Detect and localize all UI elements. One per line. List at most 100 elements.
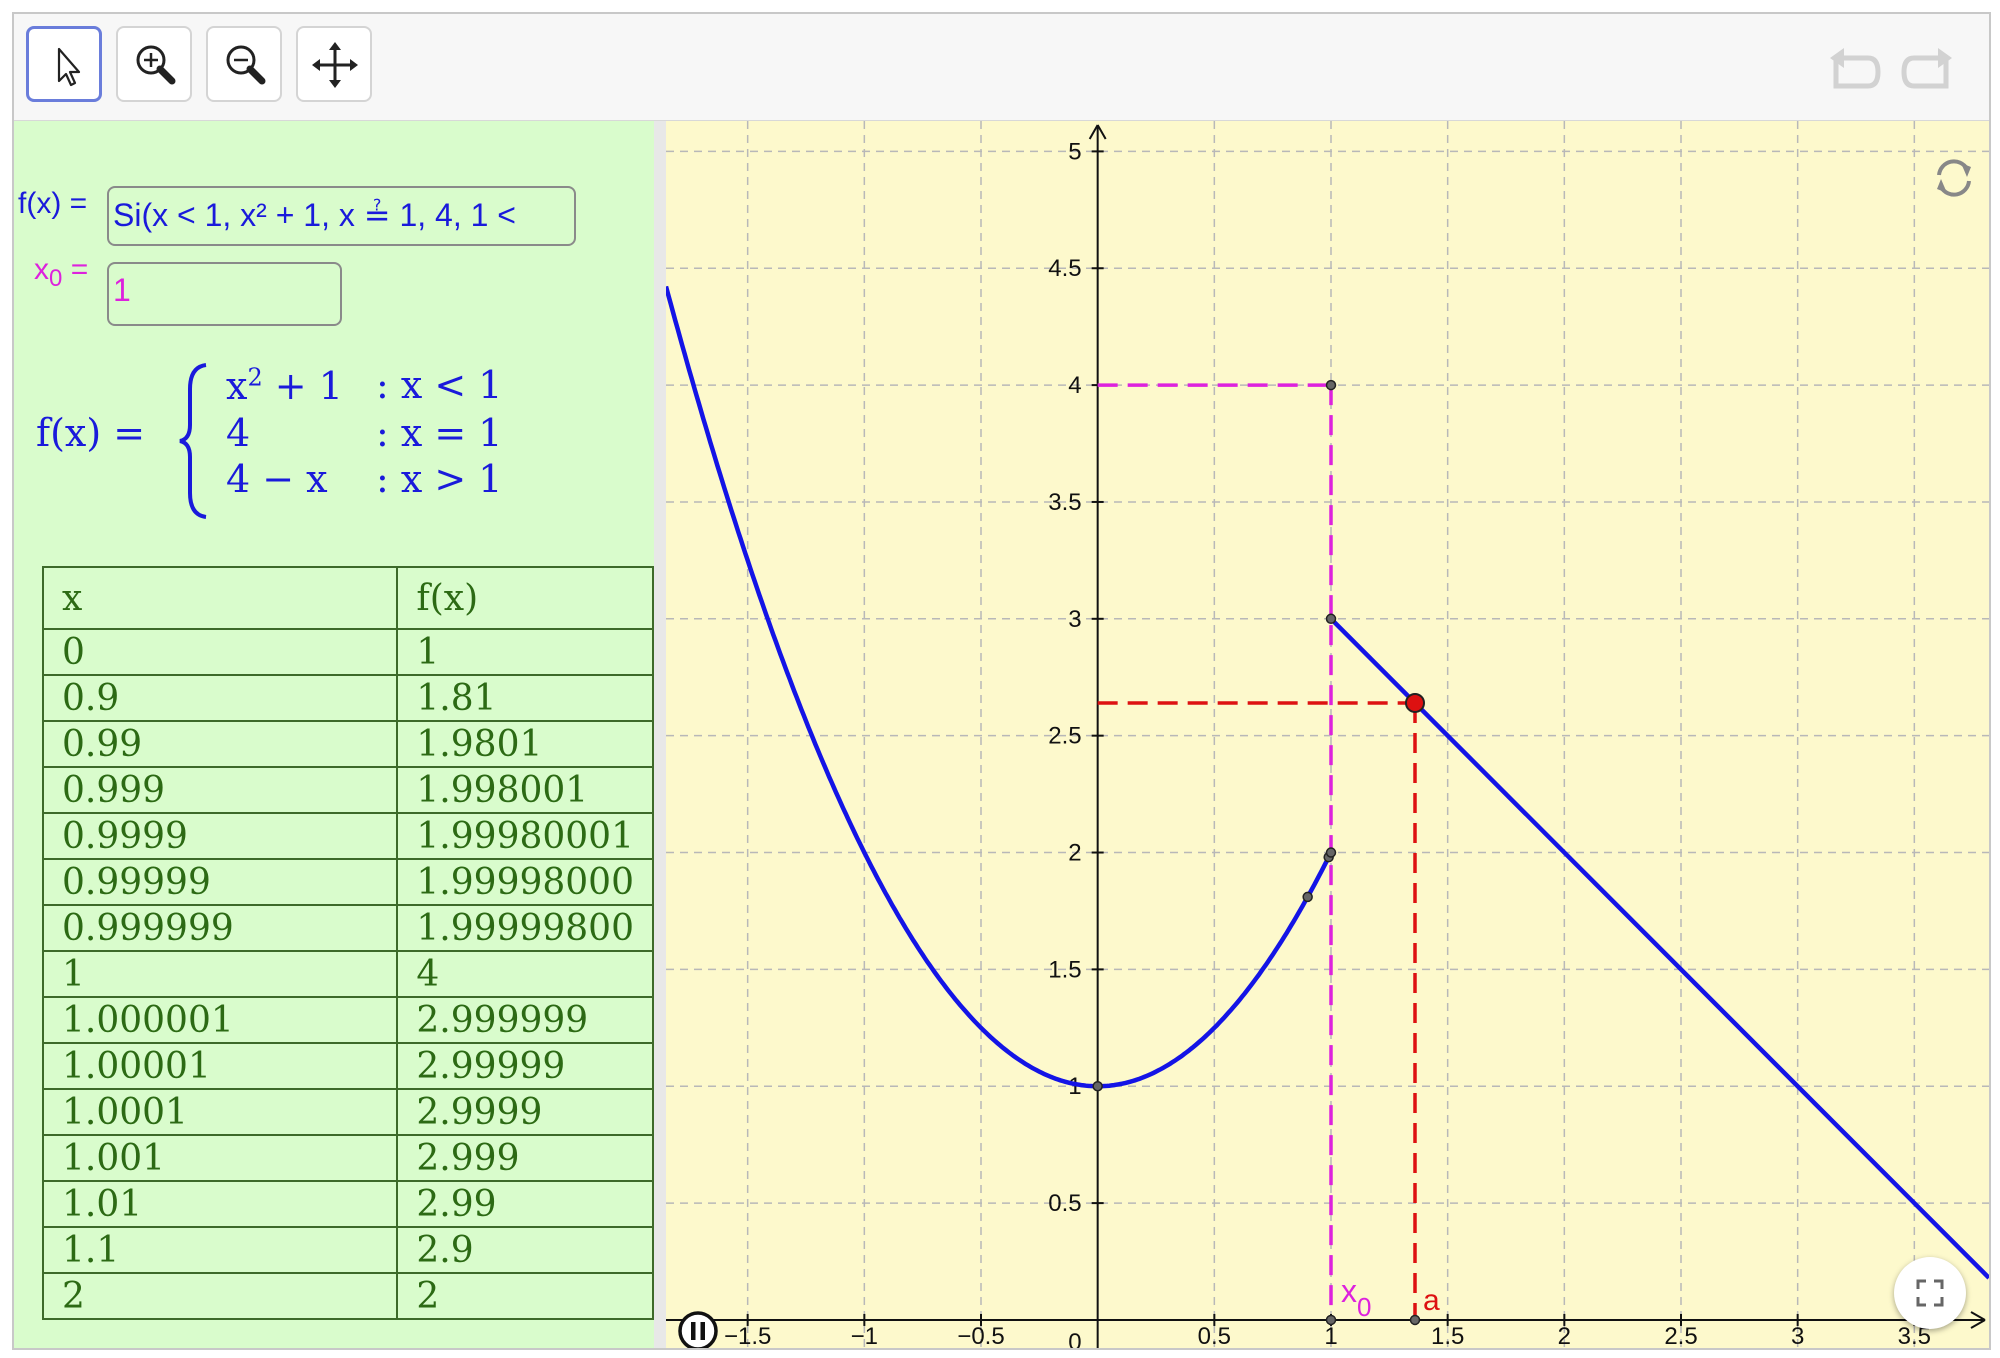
view-splitter[interactable] [654, 121, 666, 1348]
table-header-row: x f(x) [41, 566, 654, 630]
f-input-label: f(x) = [18, 187, 88, 220]
graphics-view[interactable]: −1.5 −1 −0.5 0.5 1 1.5 2 2.5 3 3.5 0.5 1 1.5 2 2.5 3 3.5… [666, 121, 1989, 1348]
curly-brace-icon [179, 363, 207, 519]
table-cell-x: 0.999 [41, 766, 399, 814]
y-tick-label: 1.5 [1048, 956, 1081, 983]
y-tick-label: 2 [1068, 840, 1081, 867]
curve-parabola-branch [666, 285, 1334, 1089]
table-cell-fx: 1.99980001 [396, 812, 654, 860]
y-tick-label: 2.5 [1048, 723, 1081, 750]
fullscreen-button[interactable] [1894, 1257, 1966, 1329]
zoom-in-button[interactable] [116, 26, 192, 102]
x0-axis-label-sub: 0 [1357, 1292, 1371, 1322]
table-header-fx: f(x) [396, 566, 654, 630]
x-tick-label: −1 [851, 1323, 878, 1348]
table-point [1325, 613, 1337, 625]
redo-icon[interactable] [1900, 42, 1960, 98]
piecewise-definition: f(x) = x2 + 1 : x < 1 4 : x = 1 4 − x : … [36, 361, 636, 531]
toolbar [14, 14, 1989, 121]
x-tick-label: 0.5 [1198, 1323, 1231, 1348]
pointer-arrow-icon [57, 47, 81, 87]
zoom-out-icon [226, 45, 266, 85]
y-tick-label: 4 [1068, 372, 1081, 399]
table-point [1302, 891, 1313, 903]
table-point [1092, 1080, 1103, 1092]
x0-label-eq: = [70, 253, 89, 286]
table-row: 0.9 1.81 [41, 674, 654, 722]
table-cell-x: 1.000001 [41, 996, 399, 1044]
table-cell-fx: 1.81 [396, 674, 654, 722]
case-row-2: 4 : x = 1 [226, 411, 626, 455]
table-cell-x: 1.1 [41, 1226, 399, 1274]
table-row: 1.1 2.9 [41, 1226, 654, 1274]
x-tick-label: 2 [1558, 1323, 1571, 1348]
table-cell-x: 2 [41, 1272, 399, 1320]
table-cell-x: 1.0001 [41, 1088, 399, 1136]
table-row: 1.0001 2.9999 [41, 1088, 654, 1136]
table-cell-fx: 1.998001 [396, 766, 654, 814]
table-row: 1.001 2.999 [41, 1134, 654, 1182]
f-input-field[interactable]: Si(x < 1, x² + 1, x ≟ 1, 4, 1 < [107, 186, 576, 246]
table-cell-fx: 1.9801 [396, 720, 654, 768]
fullscreen-icon [1916, 1279, 1944, 1307]
table-cell-x: 0.99999 [41, 858, 399, 906]
table-cell-fx: 4 [396, 950, 654, 998]
table-cell-x: 0 [41, 628, 399, 676]
table-cell-fx: 1.99999800 [396, 904, 654, 952]
case-1-expr: x2 + 1 [226, 363, 343, 408]
table-cell-x: 0.999999 [41, 904, 399, 952]
table-row: 0.99 1.9801 [41, 720, 654, 768]
y-tick-label: 4.5 [1048, 255, 1081, 282]
x-tick-label: −1.5 [724, 1323, 771, 1348]
x0-axis-point [1325, 1314, 1337, 1326]
table-cell-fx: 2.999999 [396, 996, 654, 1044]
table-point [1325, 379, 1337, 391]
a-axis-point [1409, 1314, 1421, 1326]
pan-tool-button[interactable] [296, 26, 372, 102]
table-cell-fx: 2.9 [396, 1226, 654, 1274]
x0-axis-label-main: x [1341, 1273, 1357, 1309]
table-body: 0 1 0.9 1.81 0.99 1.9801 0.999 1.998001 0.9999 1.… [41, 628, 654, 1320]
algebra-view: f(x) = Si(x < 1, x² + 1, x ≟ 1, 4, 1 < x… [14, 121, 654, 1348]
table-row: 1.01 2.99 [41, 1180, 654, 1228]
x0-input-field[interactable]: 1 [107, 262, 342, 326]
case-row-1: x2 + 1 : x < 1 [226, 363, 626, 408]
pause-icon[interactable] [676, 1309, 720, 1350]
case-2-expr: 4 [226, 411, 251, 455]
zoom-out-button[interactable] [206, 26, 282, 102]
table-header-x: x [41, 566, 399, 630]
undo-icon[interactable] [1822, 42, 1882, 98]
curve-linear-branch [1329, 617, 1989, 1280]
geogebra-app: f(x) = Si(x < 1, x² + 1, x ≟ 1, 4, 1 < x… [12, 12, 1991, 1350]
table-row: 0.9999 1.99980001 [41, 812, 654, 860]
x0-label-sub: 0 [49, 265, 63, 292]
move-arrows-icon [312, 42, 358, 88]
table-point [1325, 847, 1337, 858]
table-cell-x: 1.001 [41, 1134, 399, 1182]
y-tick-label: 5 [1068, 138, 1081, 165]
case-3-cond: : x > 1 [376, 457, 503, 501]
table-cell-x: 1 [41, 950, 399, 998]
table-cell-fx: 2.99999 [396, 1042, 654, 1090]
table-row: 1.000001 2.999999 [41, 996, 654, 1044]
x-tick-label: 2.5 [1664, 1323, 1697, 1348]
table-row: 01 [41, 628, 654, 676]
case-row-3: 4 − x : x > 1 [226, 457, 626, 501]
x-tick-label: 3 [1791, 1323, 1804, 1348]
table-cell-x: 1.01 [41, 1180, 399, 1228]
value-table: x f(x) 0 1 0.9 1.81 0.99 1.9801 0.999 1.998001 0… [41, 566, 654, 1320]
zoom-in-icon [136, 45, 176, 85]
y-tick-label: 3.5 [1048, 489, 1081, 516]
y-tick-label: 0.5 [1048, 1190, 1081, 1217]
x-tick-label: 1.5 [1431, 1323, 1464, 1348]
table-cell-x: 0.99 [41, 720, 399, 768]
table-cell-fx: 2.99 [396, 1180, 654, 1228]
x0-label-main: x [34, 253, 49, 286]
refresh-icon[interactable] [1929, 153, 1979, 203]
table-cell-fx: 2.9999 [396, 1088, 654, 1136]
move-tool-button[interactable] [26, 26, 102, 102]
graph-canvas[interactable]: −1.5 −1 −0.5 0.5 1 1.5 2 2.5 3 3.50.511.522.533.5… [666, 121, 1989, 1348]
case-2-cond: : x = 1 [376, 411, 503, 455]
case-3-expr: 4 − x [226, 457, 328, 501]
table-row: 14 [41, 950, 654, 998]
